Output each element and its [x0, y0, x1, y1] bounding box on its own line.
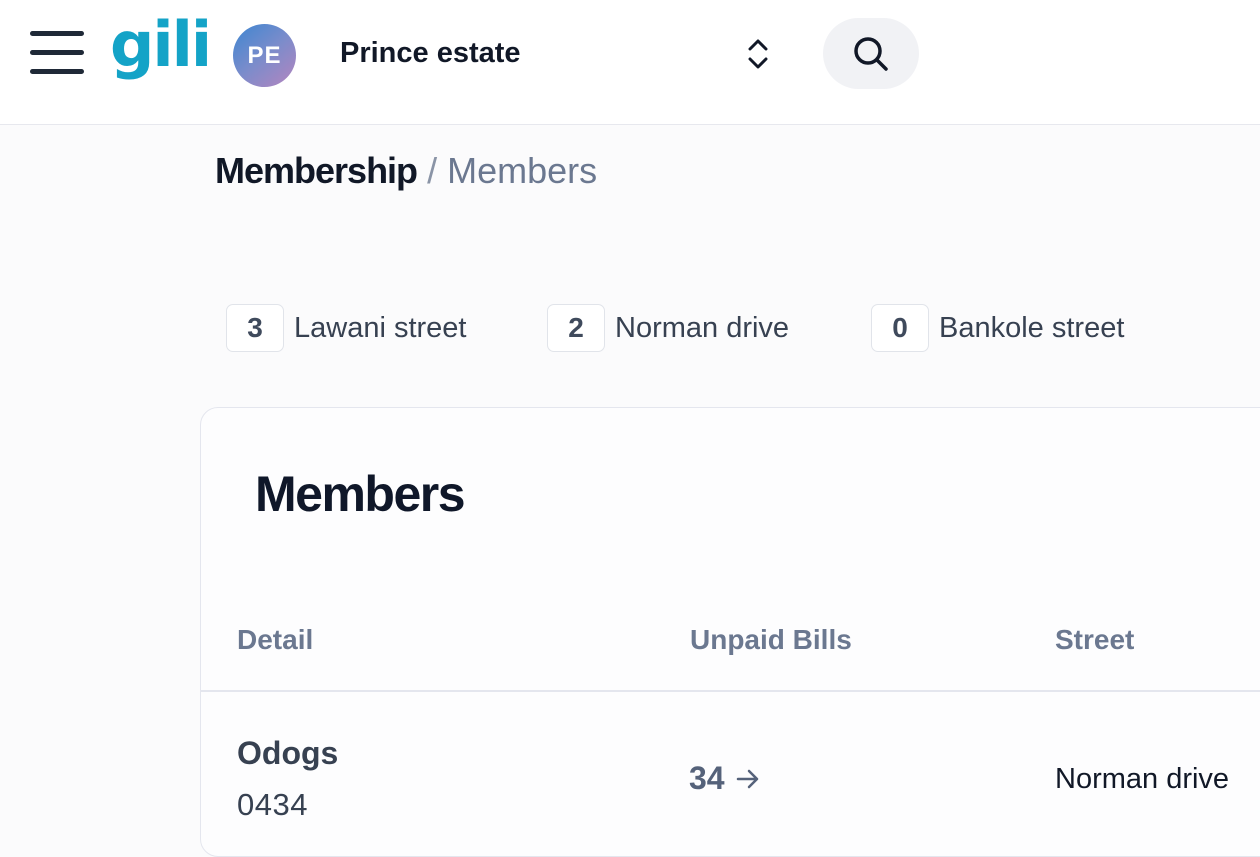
- street-filter-norman[interactable]: 2 Norman drive: [547, 304, 789, 352]
- column-header-detail[interactable]: Detail: [237, 624, 313, 656]
- column-header-street[interactable]: Street: [1055, 624, 1134, 656]
- arrow-right-icon: [736, 769, 758, 788]
- breadcrumb-page: Members: [447, 150, 598, 191]
- estate-name[interactable]: Prince estate: [340, 37, 521, 70]
- street-count-badge: 3: [226, 304, 284, 352]
- search-button[interactable]: [823, 18, 919, 89]
- street-label: Bankole street: [939, 311, 1125, 344]
- chevron-up-down-icon[interactable]: [744, 36, 772, 72]
- table-row[interactable]: Odogs 0434 34 Norman drive: [201, 692, 1260, 852]
- street-label: Norman drive: [615, 311, 790, 344]
- street-filter-lawani[interactable]: 3 Lawani street: [226, 304, 467, 352]
- members-card: Members Detail Unpaid Bills Street Odogs…: [200, 407, 1260, 857]
- member-name: Odogs: [237, 735, 339, 771]
- breadcrumb-section[interactable]: Membership: [215, 150, 418, 191]
- street-count-badge: 0: [871, 304, 929, 352]
- unpaid-bills-count: 34: [689, 760, 725, 796]
- breadcrumb-separator: /: [427, 150, 438, 191]
- hamburger-menu-icon[interactable]: [30, 31, 86, 77]
- member-street: Norman drive: [1055, 763, 1230, 795]
- gili-logo[interactable]: gili: [110, 14, 212, 76]
- breadcrumb: Membership / Members: [215, 150, 597, 192]
- street-count-badge: 2: [547, 304, 605, 352]
- top-bar: gili PE Prince estate: [0, 0, 1260, 125]
- street-filter-bankole[interactable]: 0 Bankole street: [871, 304, 1124, 352]
- estate-avatar[interactable]: PE: [233, 24, 296, 87]
- member-id: 0434: [237, 787, 308, 822]
- unpaid-bills-link[interactable]: 34: [689, 760, 761, 797]
- members-title: Members: [255, 466, 466, 522]
- column-header-unpaid-bills[interactable]: Unpaid Bills: [690, 624, 852, 656]
- search-icon: [854, 36, 888, 71]
- street-label: Lawani street: [294, 311, 467, 344]
